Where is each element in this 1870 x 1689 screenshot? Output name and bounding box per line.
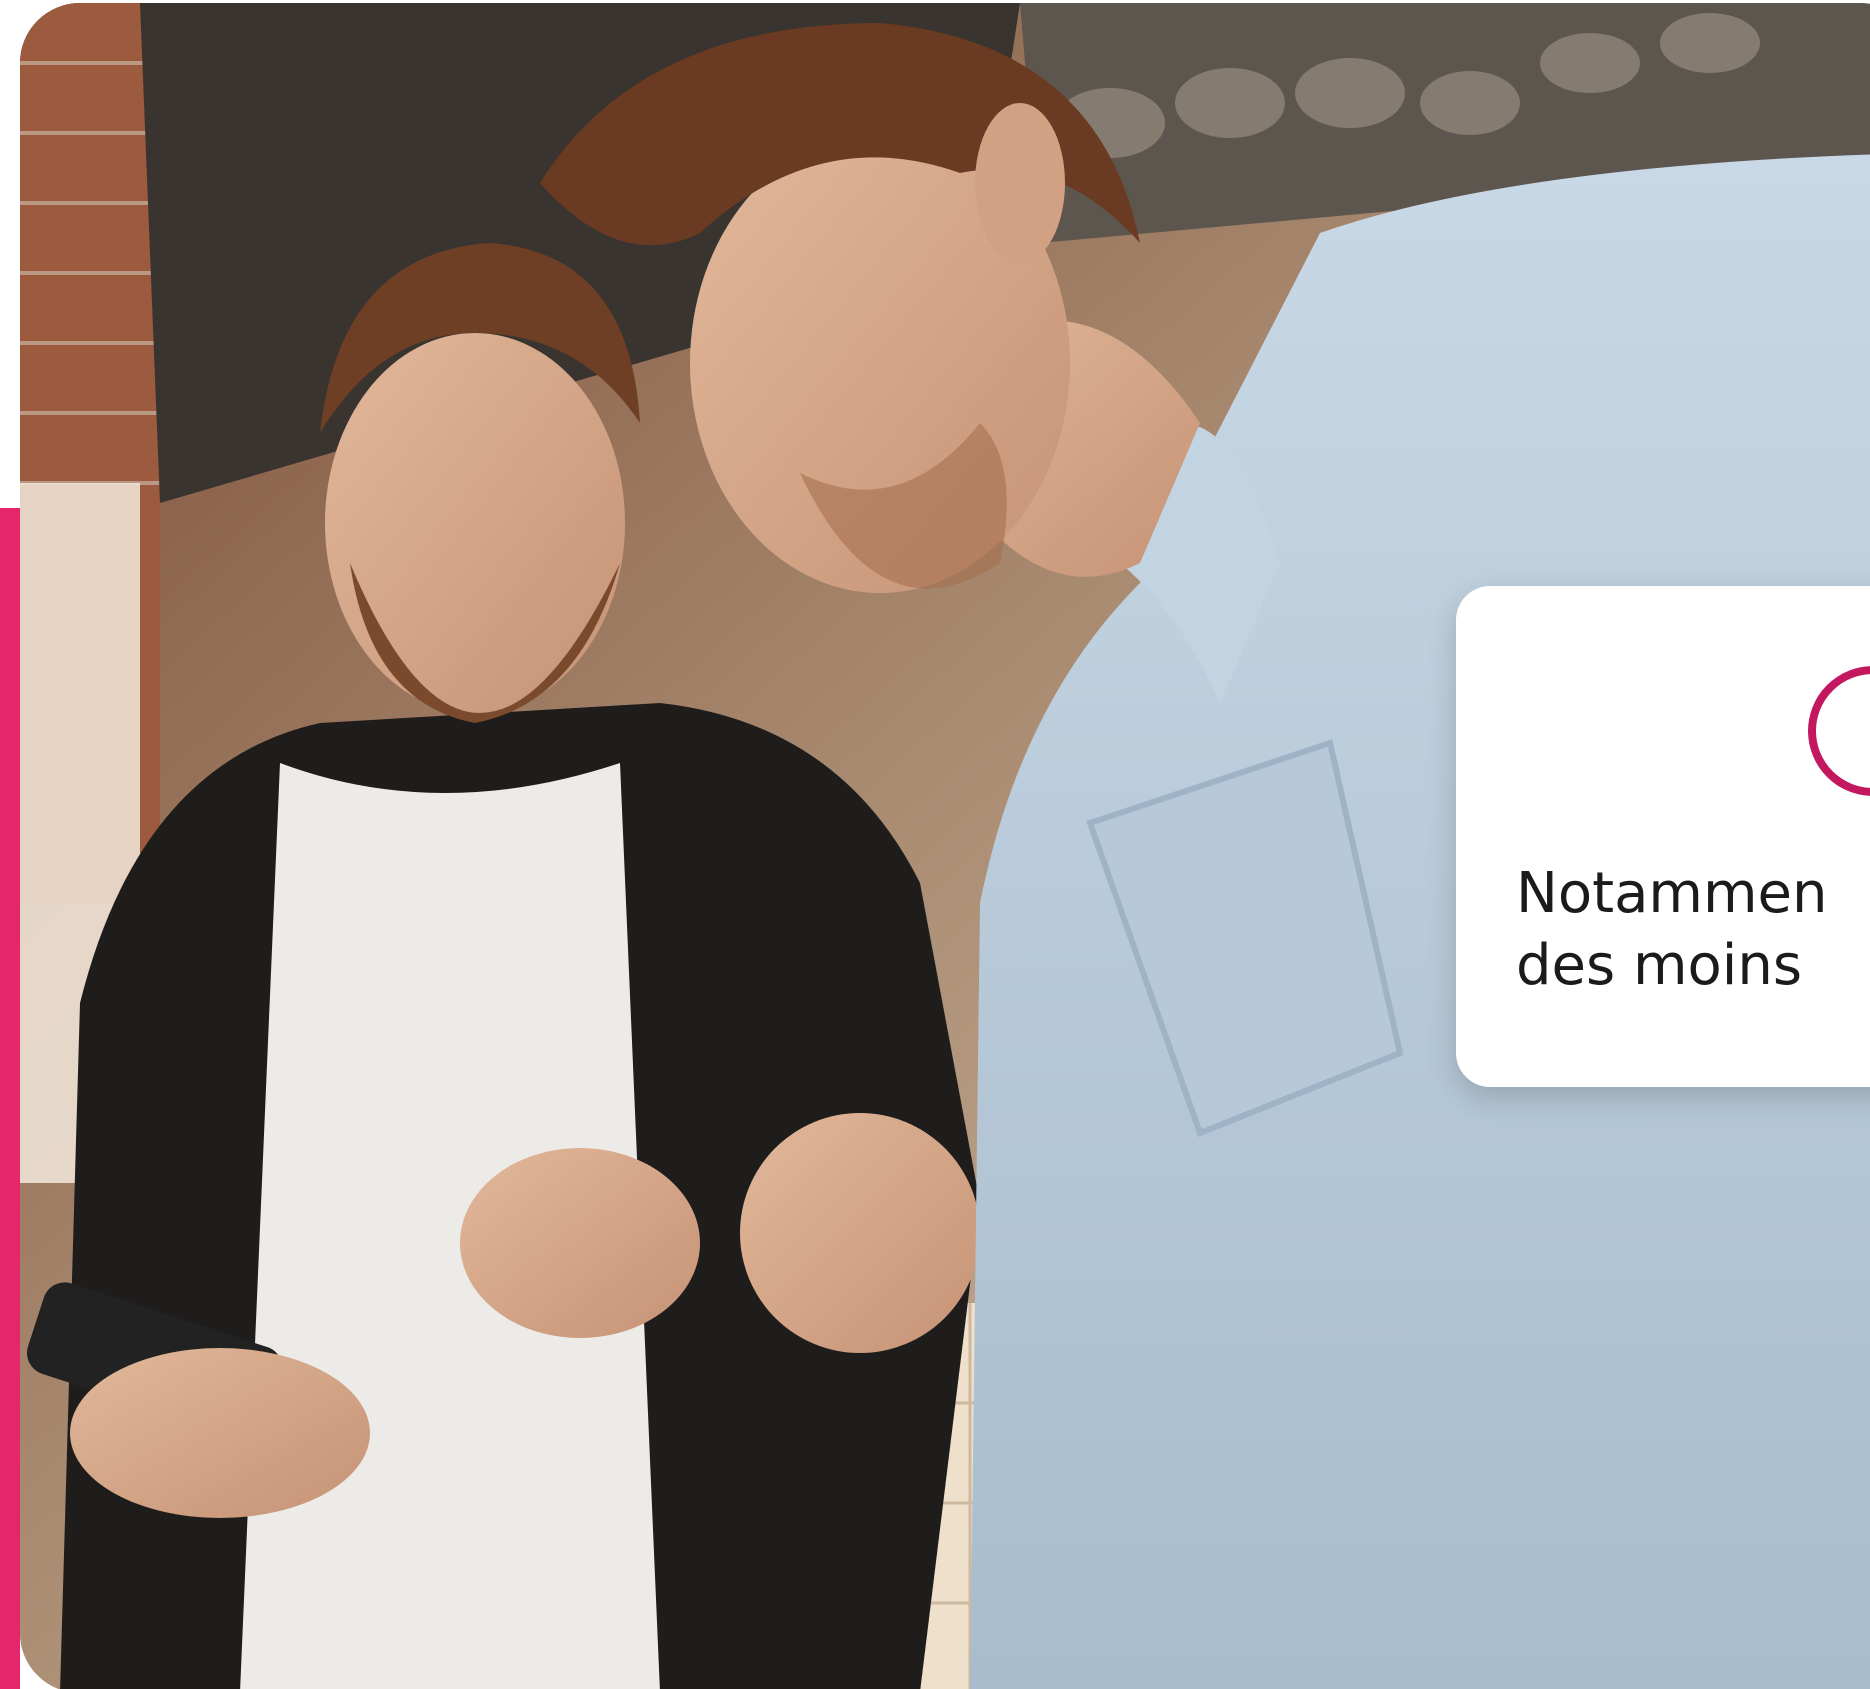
- page-canvas: Notammen des moins: [0, 0, 1870, 1689]
- card-text-line-2: des moins: [1516, 933, 1803, 998]
- circle-icon: [1808, 666, 1870, 796]
- card-text-line-1: Notammen: [1516, 861, 1828, 926]
- card-text: Notammen des moins: [1516, 858, 1870, 1002]
- info-card: Notammen des moins: [1456, 586, 1870, 1087]
- accent-bar: [0, 508, 20, 1689]
